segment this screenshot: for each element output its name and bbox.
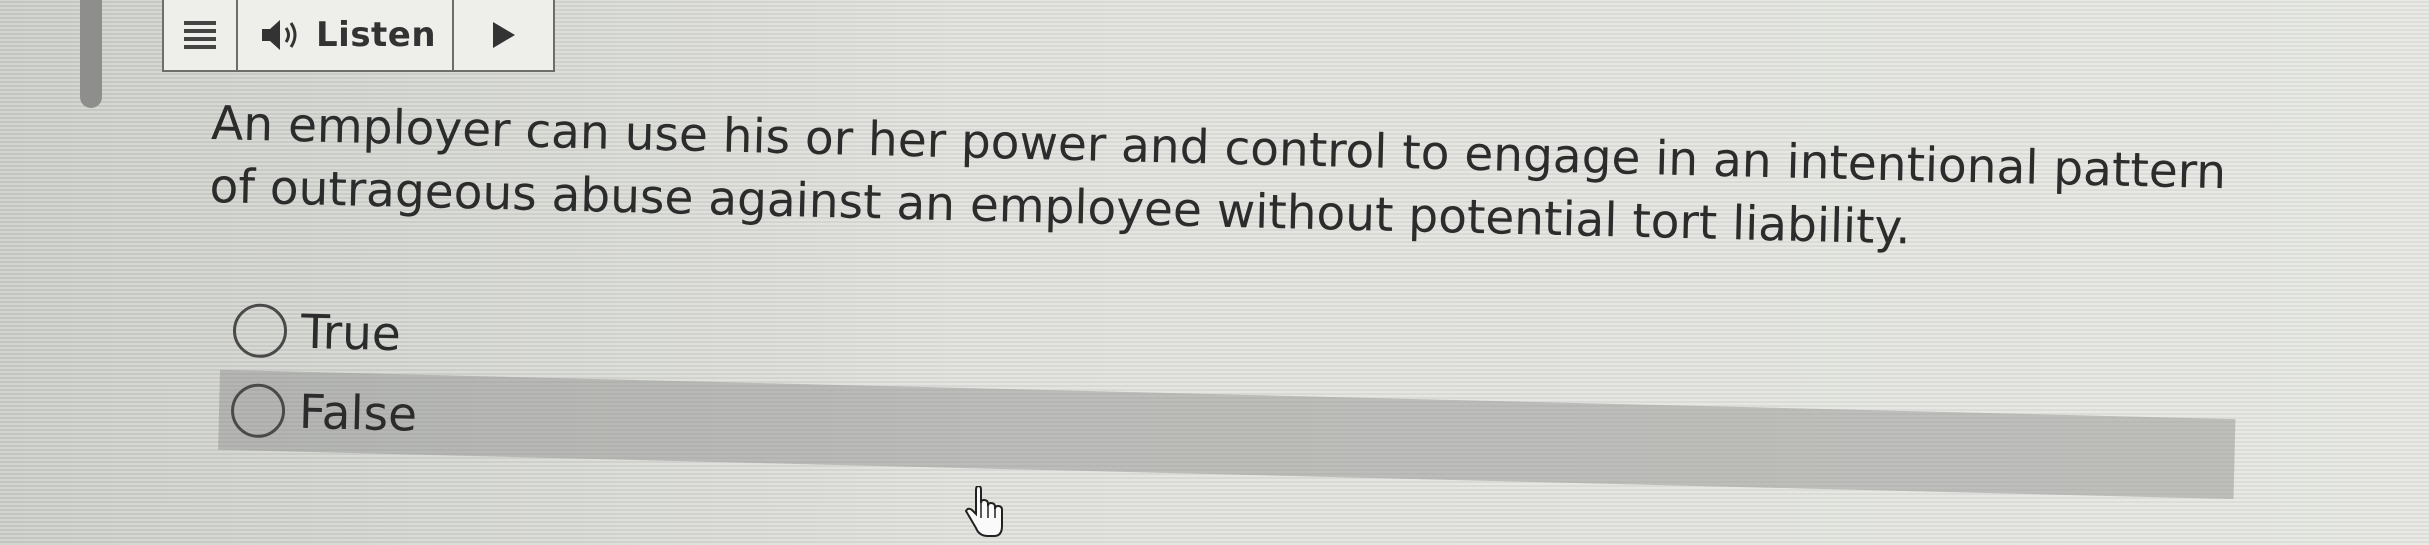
- listen-button[interactable]: Listen: [238, 0, 454, 70]
- read-aloud-toolbar: Listen: [162, 0, 555, 72]
- menu-lines-icon: [184, 21, 216, 49]
- listen-label: Listen: [316, 15, 437, 55]
- answer-options: True False: [218, 290, 2237, 500]
- question-text: An employer can use his or her power and…: [209, 92, 2291, 269]
- radio-true[interactable]: [232, 303, 288, 359]
- play-button[interactable]: [454, 0, 553, 70]
- answer-label-false: False: [298, 384, 418, 443]
- answer-label-true: True: [300, 304, 402, 362]
- radio-false[interactable]: [230, 383, 286, 439]
- scrollbar-thumb[interactable]: [80, 0, 102, 108]
- speaker-icon: [262, 20, 297, 50]
- toolbar-menu-button[interactable]: [164, 0, 238, 70]
- hand-pointer-icon: [964, 486, 1003, 537]
- play-icon: [492, 22, 515, 48]
